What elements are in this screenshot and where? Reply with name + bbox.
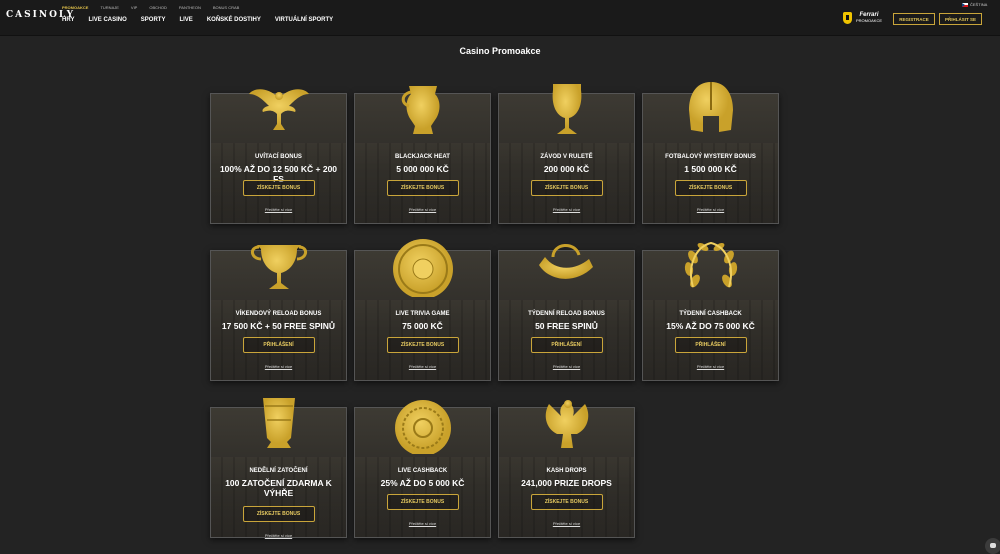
promo-value: 25% AŽ DO 5 000 KČ [380,478,465,488]
promo-title: UVÍTACÍ BONUS [255,154,302,160]
eagle-standard-icon [535,394,599,454]
promo-terms-link[interactable]: Přečtěte si více [499,207,634,212]
promo-title: VÍKENDOVÝ RELOAD BONUS [235,311,322,317]
chalice-icon [247,237,311,297]
promo-value: 1 500 000 KČ [684,164,737,174]
promo-card: ZÁVOD V RULETĚ 200 000 KČ ZÍSKEJTE BONUS… [498,84,635,224]
eagle-icon [247,80,311,140]
promo-terms-link[interactable]: Přečtěte si více [355,521,490,526]
shield-icon [391,237,455,299]
chat-icon[interactable] [985,538,1000,554]
promo-card: BLACKJACK HEAT 5 000 000 KČ ZÍSKEJTE BON… [354,86,491,224]
czech-flag-icon [962,2,968,7]
promo-value: 17 500 KČ + 50 FREE SPINŮ [221,321,336,331]
subnav-vip[interactable]: VIP [131,5,137,10]
ferrari-shield-icon [843,12,852,24]
promo-terms-link[interactable]: Přečtěte si více [211,207,346,212]
subnav-promoakce[interactable]: PROMOAKCE [62,5,88,10]
promo-terms-link[interactable]: Přečtěte si více [355,207,490,212]
ferrari-promo-link[interactable]: Ferrari PROMOAKCE [843,12,882,24]
promo-terms-link[interactable]: Přečtěte si více [499,521,634,526]
nav-hry[interactable]: HRY [62,17,74,23]
helmet-icon [679,80,743,140]
nav-konske-dostihy[interactable]: KOŇSKÉ DOSTIHY [207,17,261,23]
promo-card: UVÍTACÍ BONUS 100% AŽ DO 12 500 KČ + 200… [210,89,347,224]
promo-title: KASH DROPS [546,468,587,474]
main-navigation: HRY LIVE CASINO SPORTY LIVE KOŇSKÉ DOSTI… [62,17,333,23]
nav-virtualni-sporty[interactable]: VIRTUÁLNÍ SPORTY [275,17,333,23]
promo-value: 100 ZATOČENÍ ZDARMA K VÝHŘE [225,478,332,498]
promo-value: 200 000 KČ [543,164,590,174]
promo-value: 50 FREE SPINŮ [535,321,598,331]
promo-cta-button[interactable]: PŘIHLÁŠENÍ [674,337,747,353]
promo-card: LIVE CASHBACK 25% AŽ DO 5 000 KČ ZÍSKEJT… [354,400,491,538]
promo-cta-button[interactable]: ZÍSKEJTE BONUS [674,180,747,196]
promo-cta-button[interactable]: PŘIHLÁŠENÍ [530,337,603,353]
promo-cta-button[interactable]: ZÍSKEJTE BONUS [242,180,315,196]
promo-card: TÝDENNÍ CASHBACK 15% AŽ DO 75 000 KČ PŘI… [642,241,779,381]
horn-icon [535,237,599,297]
language-label: ČEŠTINA [970,2,988,7]
promo-value: 75 000 KČ [402,321,443,331]
promo-cta-button[interactable]: ZÍSKEJTE BONUS [386,180,459,196]
coin-icon [391,394,455,456]
promo-cta-button[interactable]: ZÍSKEJTE BONUS [530,180,603,196]
subnav-turnaje[interactable]: TURNAJE [100,5,118,10]
promo-card: TÝDENNÍ RELOAD BONUS 50 FREE SPINŮ PŘIHL… [498,244,635,381]
promo-value: 241,000 PRIZE DROPS [521,478,612,488]
promo-terms-link[interactable]: Přečtěte si více [643,207,778,212]
promo-title: FOTBALOVÝ MYSTERY BONUS [665,154,756,160]
subnav-obchod[interactable]: OBCHOD [149,5,167,10]
promo-value: 5 000 000 KČ [396,164,449,174]
language-selector[interactable]: ČEŠTINA [962,2,987,7]
register-button[interactable]: REGISTRACE [893,13,935,25]
promo-cta-button[interactable]: ZÍSKEJTE BONUS [242,506,315,522]
promo-terms-link[interactable]: Přečtěte si více [211,364,346,369]
cup-icon [247,394,311,454]
nav-sporty[interactable]: SPORTY [141,17,166,23]
promo-title: LIVE TRIVIA GAME [395,311,450,317]
promo-title: NEDĚLNÍ ZATOČENÍ [249,468,308,474]
promo-title: TÝDENNÍ CASHBACK [679,311,742,317]
promo-value: 15% AŽ DO 75 000 KČ [666,321,755,331]
goblet-icon [535,80,599,140]
promo-cta-button[interactable]: PŘIHLÁŠENÍ [242,337,315,353]
promo-card: NEDĚLNÍ ZATOČENÍ 100 ZATOČENÍ ZDARMA K V… [210,398,347,538]
promo-title: TÝDENNÍ RELOAD BONUS [528,311,605,317]
vase-icon [391,80,455,140]
brand-caption: PROMOAKCE [856,18,883,23]
nav-live[interactable]: LIVE [179,17,192,23]
promo-cta-button[interactable]: ZÍSKEJTE BONUS [386,494,459,510]
nav-live-casino[interactable]: LIVE CASINO [88,17,126,23]
promo-cta-button[interactable]: ZÍSKEJTE BONUS [530,494,603,510]
promo-title: BLACKJACK HEAT [395,154,450,160]
sub-navigation: PROMOAKCE TURNAJE VIP OBCHOD PANTHEON BO… [62,5,239,10]
promo-terms-link[interactable]: Přečtěte si více [211,533,346,538]
login-button[interactable]: PŘIHLÁSIT SE [939,13,982,25]
promo-card: VÍKENDOVÝ RELOAD BONUS 17 500 KČ + 50 FR… [210,245,347,381]
site-header: CASINOLY PROMOAKCE TURNAJE VIP OBCHOD PA… [0,0,1000,36]
promo-title: LIVE CASHBACK [397,468,448,474]
laurel-icon [679,237,743,297]
page-title: Casino Promoakce [459,46,541,56]
promo-terms-link[interactable]: Přečtěte si více [499,364,634,369]
subnav-pantheon[interactable]: PANTHEON [179,5,201,10]
subnav-bonus-crab[interactable]: BONUS CRAB [213,5,239,10]
promo-terms-link[interactable]: Přečtěte si více [643,364,778,369]
promo-terms-link[interactable]: Přečtěte si více [355,364,490,369]
promo-title: ZÁVOD V RULETĚ [540,154,593,160]
promo-cta-button[interactable]: ZÍSKEJTE BONUS [386,337,459,353]
promo-card: KASH DROPS 241,000 PRIZE DROPS ZÍSKEJTE … [498,400,635,538]
promo-card: FOTBALOVÝ MYSTERY BONUS 1 500 000 KČ ZÍS… [642,82,779,224]
promo-card: LIVE TRIVIA GAME 75 000 KČ ZÍSKEJTE BONU… [354,239,491,381]
